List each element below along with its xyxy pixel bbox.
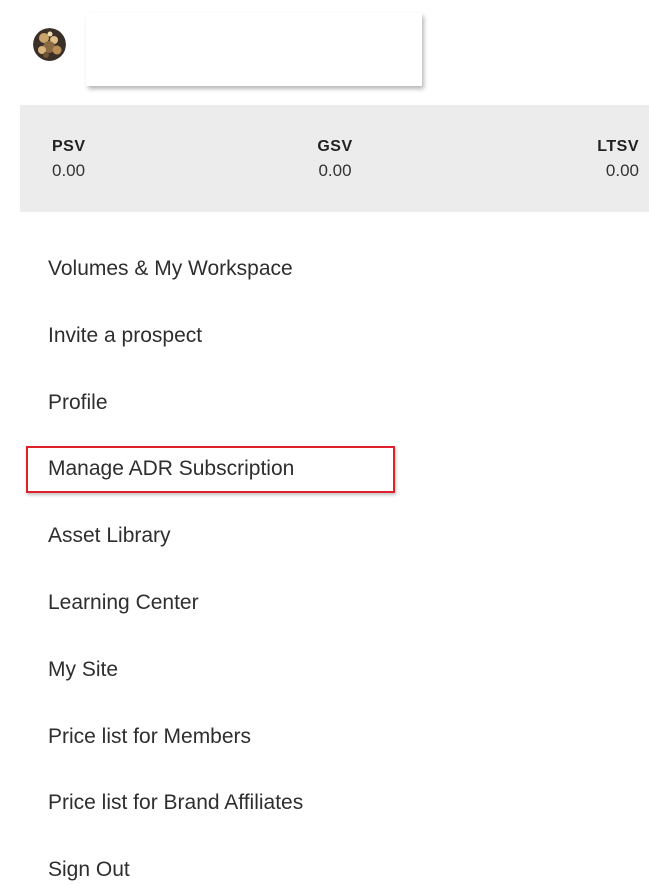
menu-item-learning-center[interactable]: Learning Center [48, 588, 199, 618]
ltsv-label: LTSV [597, 138, 639, 155]
menu-item-my-site[interactable]: My Site [48, 655, 118, 685]
avatar-image [33, 28, 66, 61]
gsv-stat: GSV 0.00 [300, 137, 370, 183]
psv-value: 0.00 [52, 161, 86, 180]
menu-item-profile[interactable]: Profile [48, 388, 108, 418]
menu-item-price-list-members[interactable]: Price list for Members [48, 722, 251, 752]
gsv-label: GSV [317, 138, 353, 155]
gsv-value: 0.00 [318, 161, 352, 180]
menu-item-invite-prospect[interactable]: Invite a prospect [48, 321, 202, 351]
menu-item-asset-library[interactable]: Asset Library [48, 521, 171, 551]
highlight-annotation [26, 446, 395, 493]
psv-stat: PSV 0.00 [52, 137, 86, 183]
ltsv-value: 0.00 [605, 161, 639, 180]
menu-item-volumes-workspace[interactable]: Volumes & My Workspace [48, 254, 293, 284]
ltsv-stat: LTSV 0.00 [597, 137, 639, 183]
menu-item-sign-out[interactable]: Sign Out [48, 855, 130, 885]
menu-item-price-list-brand-affiliates[interactable]: Price list for Brand Affiliates [48, 788, 303, 818]
user-name-box [86, 13, 422, 86]
avatar[interactable] [33, 28, 66, 61]
psv-label: PSV [52, 138, 86, 155]
volume-summary: PSV 0.00 GSV 0.00 LTSV 0.00 [20, 105, 649, 212]
